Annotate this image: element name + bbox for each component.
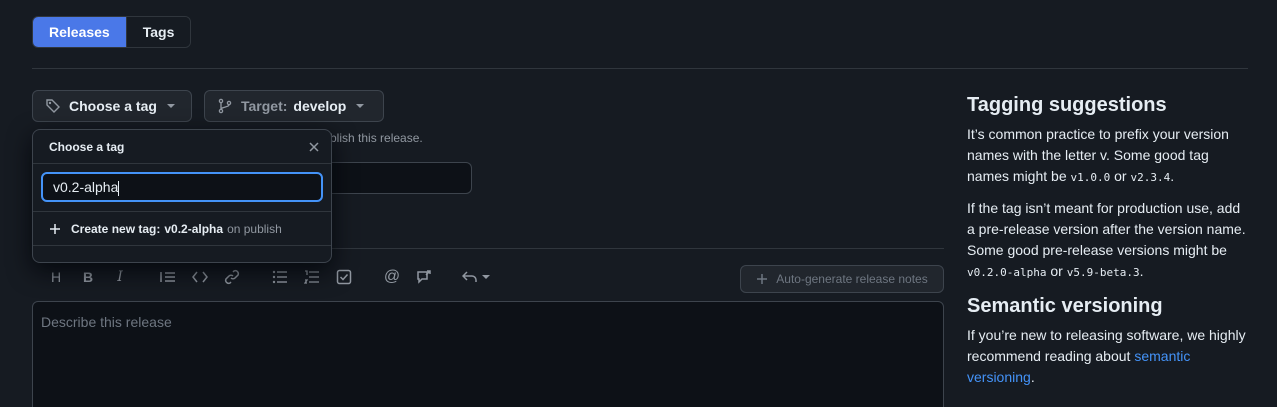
close-icon[interactable] (307, 140, 321, 154)
auto-generate-notes-button[interactable]: Auto-generate release notes (740, 265, 944, 293)
text: or (1046, 263, 1067, 279)
tab-releases[interactable]: Releases (33, 17, 126, 47)
hint-text: blish this release. (330, 131, 423, 145)
choose-tag-button[interactable]: Choose a tag (32, 90, 192, 122)
caret-down-icon (356, 104, 365, 108)
branch-icon (218, 98, 232, 114)
divider (32, 68, 1248, 69)
tag-input-value: v0.2-alpha (53, 179, 119, 195)
code-example: v1.0.0 (1070, 171, 1111, 184)
tab-tags[interactable]: Tags (125, 17, 191, 47)
release-title-input[interactable] (330, 162, 472, 194)
tag-icon (46, 99, 60, 113)
release-tabs: Releases Tags (32, 16, 192, 48)
undo-icon[interactable] (456, 262, 496, 292)
plus-icon (50, 223, 60, 234)
mention-icon[interactable]: @ (376, 262, 408, 292)
auto-generate-label: Auto-generate release notes (776, 272, 928, 286)
text: . (1170, 168, 1175, 184)
numbered-list-icon[interactable] (296, 262, 328, 292)
choose-tag-dropdown: Choose a tag v0.2-alpha Create new tag: … (32, 129, 332, 263)
create-tag-prefix: Create new tag: (71, 221, 161, 236)
semver-paragraph: If you’re new to releasing software, we … (967, 325, 1249, 388)
semantic-versioning-title: Semantic versioning (967, 295, 1163, 317)
bulleted-list-icon[interactable] (264, 262, 296, 292)
tagging-paragraph-1: It’s common practice to prefix your vers… (967, 124, 1249, 188)
choose-tag-label: Choose a tag (69, 98, 157, 114)
release-description-textarea[interactable]: Describe this release (32, 301, 944, 407)
description-placeholder: Describe this release (41, 314, 172, 330)
heading-icon[interactable]: H (40, 262, 72, 292)
target-branch-button[interactable]: Target: develop (204, 90, 384, 122)
caret-down-icon (482, 275, 490, 279)
code-icon[interactable] (184, 262, 216, 292)
text: or (1110, 168, 1131, 184)
dropdown-title: Choose a tag (49, 139, 125, 154)
quote-icon[interactable] (152, 262, 184, 292)
reference-icon[interactable] (408, 262, 440, 292)
italic-icon[interactable]: I (104, 262, 136, 292)
target-branch-name: develop (293, 98, 347, 114)
text: . (1139, 263, 1144, 279)
dropdown-input-wrap: v0.2-alpha (33, 164, 331, 212)
text: If you’re new to releasing software, we … (967, 327, 1246, 364)
tag-search-input[interactable]: v0.2-alpha (41, 172, 323, 202)
dropdown-header: Choose a tag (33, 130, 331, 164)
create-tag-suffix: on publish (227, 221, 282, 236)
code-example: v2.3.4 (1130, 171, 1171, 184)
code-example: v0.2.0-alpha (967, 266, 1047, 279)
tagging-paragraph-2: If the tag isn’t meant for production us… (967, 198, 1249, 283)
text-cursor (118, 180, 120, 196)
text: . (1030, 369, 1035, 385)
text: If the tag isn’t meant for production us… (967, 200, 1246, 258)
code-example: v5.9-beta.3 (1066, 266, 1140, 279)
create-tag-name: v0.2-alpha (164, 221, 224, 236)
link-icon[interactable] (216, 262, 248, 292)
target-prefix: Target: (241, 98, 288, 114)
task-list-icon[interactable] (328, 262, 360, 292)
markdown-toolbar: H B I @ (40, 262, 496, 292)
plus-icon (757, 274, 768, 284)
tagging-suggestions-title: Tagging suggestions (967, 94, 1167, 116)
caret-down-icon (166, 104, 175, 108)
bold-icon[interactable]: B (72, 262, 104, 292)
create-new-tag-item[interactable]: Create new tag: v0.2-alpha on publish (33, 212, 331, 246)
sidebar: Tagging suggestions It’s common practice… (967, 92, 1249, 398)
